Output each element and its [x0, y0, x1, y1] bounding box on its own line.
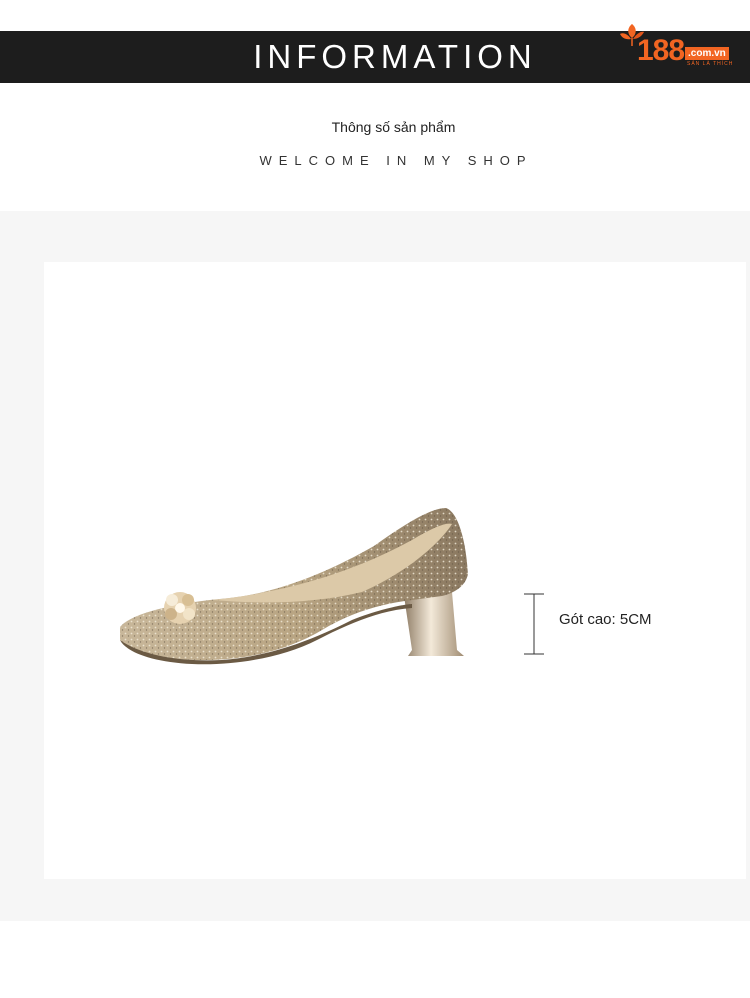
shoe-image [120, 508, 468, 665]
logo-number: 188 [637, 34, 685, 67]
bottom-spacer [0, 921, 750, 998]
brand-logo[interactable]: 188 .com.vn SẢN LÀ THÍCH [617, 22, 735, 70]
welcome-text: WELCOME IN MY SHOP [259, 153, 533, 168]
section-subtitle: Thông số sản phẩm [331, 119, 456, 135]
heel-height-marker [524, 593, 544, 655]
logo-tagline: SẢN LÀ THÍCH [687, 61, 734, 67]
logo-domain: .com.vn [685, 47, 729, 60]
heel-height-label: Gót cao: 5CM [559, 611, 652, 628]
